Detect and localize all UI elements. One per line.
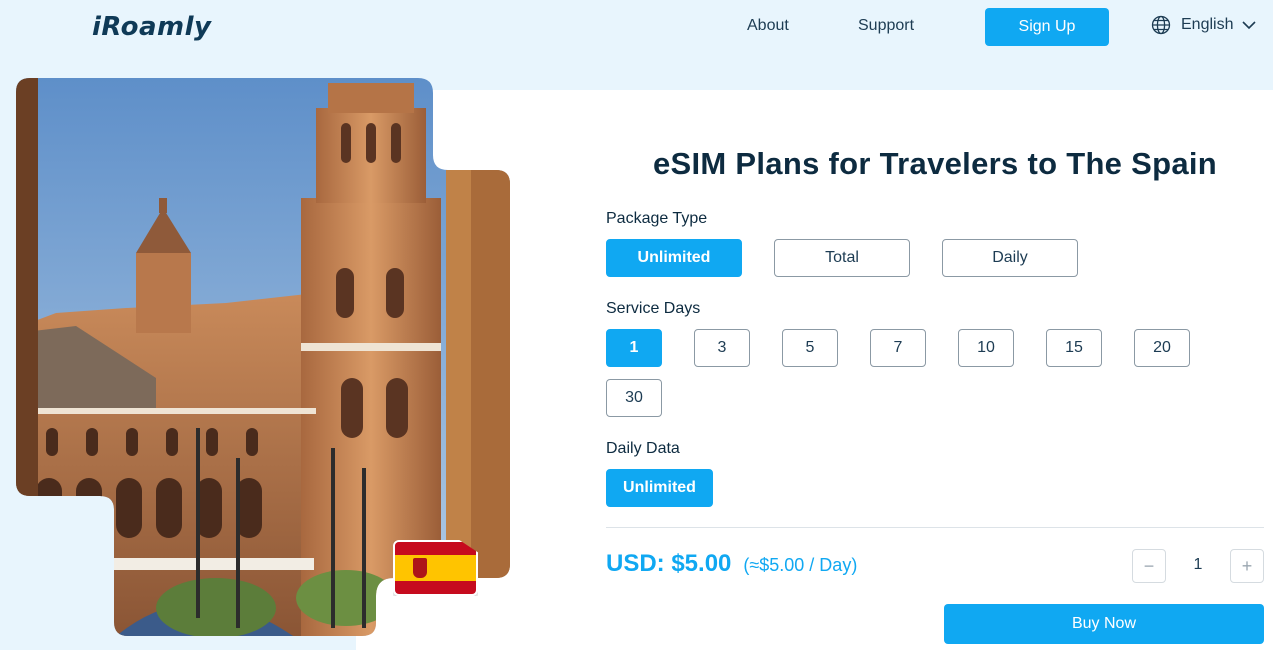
page-title: eSIM Plans for Travelers to The Spain <box>652 146 1218 181</box>
page: iRoamly About Support Sign Up English eS… <box>0 0 1273 650</box>
days-option-10[interactable]: 10 <box>958 329 1014 367</box>
days-option-3[interactable]: 3 <box>694 329 750 367</box>
daily-data-label: Daily Data <box>606 440 680 457</box>
nav-about[interactable]: About <box>747 17 789 35</box>
days-option-7[interactable]: 7 <box>870 329 926 367</box>
divider <box>606 527 1264 528</box>
service-days-label: Service Days <box>606 300 701 317</box>
globe-icon <box>1151 15 1171 35</box>
spain-flag-icon <box>393 540 478 596</box>
quantity-increase-button[interactable]: + <box>1230 549 1264 583</box>
data-option-unlimited[interactable]: Unlimited <box>606 469 713 507</box>
nav-support[interactable]: Support <box>858 17 914 35</box>
site-logo[interactable]: iRoamly <box>92 12 212 42</box>
price-amount: USD: $5.00 <box>606 550 732 577</box>
quantity-decrease-button[interactable]: − <box>1132 549 1166 583</box>
days-option-30[interactable]: 30 <box>606 379 662 417</box>
days-option-15[interactable]: 15 <box>1046 329 1102 367</box>
package-type-label: Package Type <box>606 210 708 227</box>
signup-button[interactable]: Sign Up <box>985 8 1109 46</box>
chevron-down-icon <box>1242 20 1257 30</box>
price-per-day: (≈$5.00 / Day) <box>743 555 858 575</box>
language-label: English <box>1181 16 1234 33</box>
package-option-unlimited[interactable]: Unlimited <box>606 239 742 277</box>
buy-now-button[interactable]: Buy Now <box>944 604 1264 644</box>
package-option-daily[interactable]: Daily <box>942 239 1078 277</box>
language-selector[interactable]: English <box>1151 15 1257 35</box>
days-option-5[interactable]: 5 <box>782 329 838 367</box>
days-option-1[interactable]: 1 <box>606 329 662 367</box>
package-option-total[interactable]: Total <box>774 239 910 277</box>
days-option-20[interactable]: 20 <box>1134 329 1190 367</box>
price: USD: $5.00 (≈$5.00 / Day) <box>606 550 857 578</box>
quantity-value[interactable]: 1 <box>1180 556 1216 574</box>
